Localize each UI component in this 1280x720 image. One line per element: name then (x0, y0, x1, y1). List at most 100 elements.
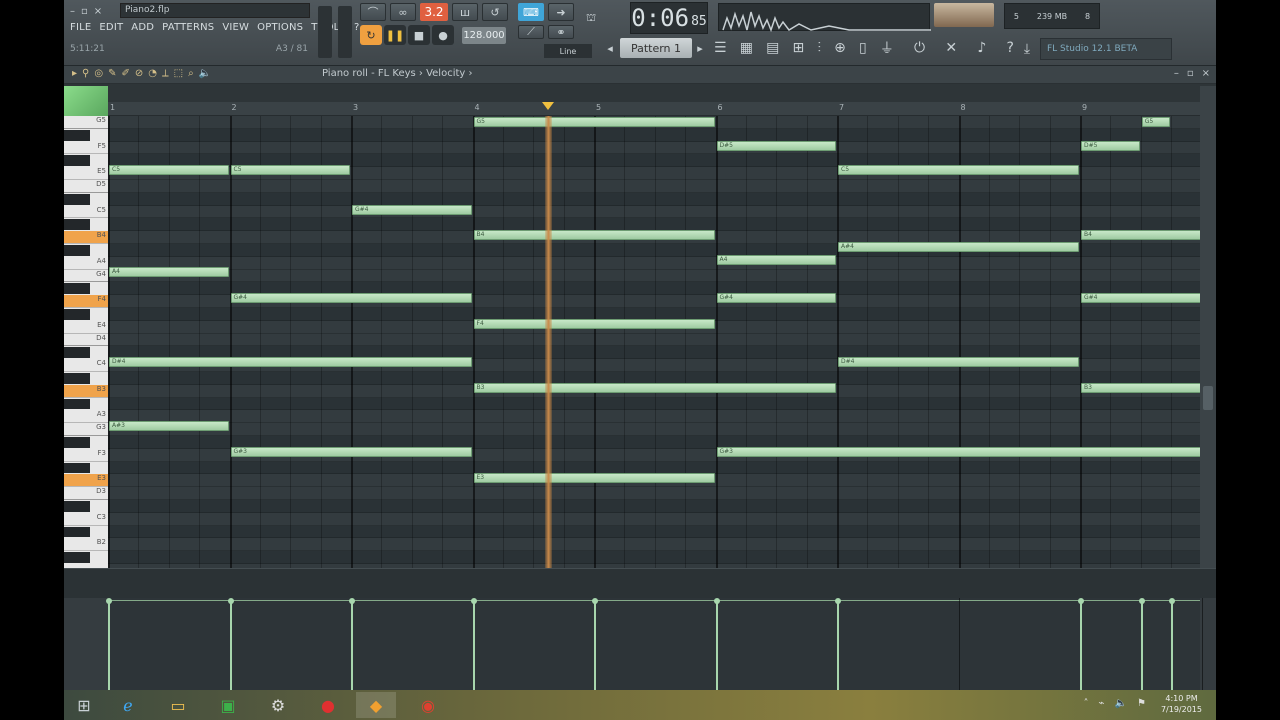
note[interactable]: C5 (109, 165, 229, 175)
note[interactable]: B3 (473, 383, 836, 393)
note[interactable]: C5 (230, 165, 350, 175)
note[interactable]: B4 (1081, 230, 1200, 240)
white-key[interactable]: G3 (64, 423, 108, 436)
velocity-stem[interactable] (351, 602, 353, 690)
select-icon[interactable]: ⬚ (174, 68, 183, 79)
prev-pattern-icon[interactable]: ◂ (604, 38, 616, 58)
mute-icon[interactable]: ◔ (148, 68, 157, 79)
download-icon[interactable]: ⤓ (1018, 38, 1036, 60)
velocity-handle[interactable] (592, 598, 598, 604)
piano-keyboard[interactable]: G5 F5 E5 D5 C5 B4 A4 G4 F4 E4 D4 C4 B3 A3 G3 F3 E3 D3 C3 B2 (64, 116, 108, 568)
black-key[interactable] (64, 309, 90, 320)
loop-icon[interactable]: ↻ (360, 25, 382, 45)
excel-icon[interactable]: ▣ (208, 692, 248, 718)
zoom-icon[interactable]: ⌕ (188, 68, 194, 79)
velocity-stem[interactable] (108, 602, 110, 690)
network-icon[interactable]: ⌁ (1099, 698, 1105, 709)
black-key[interactable] (64, 347, 90, 359)
black-key[interactable] (64, 552, 90, 563)
piano-roll-corner[interactable] (64, 86, 108, 116)
white-key[interactable]: F4 (64, 295, 108, 308)
taskbar-clock[interactable]: 4:10 PM 7/19/2015 (1161, 693, 1202, 715)
speaker-icon[interactable]: 🔈 (199, 68, 211, 79)
black-key[interactable] (64, 129, 90, 141)
flag-icon[interactable]: ⚑ (1137, 698, 1146, 709)
window-controls[interactable]: – ▫ × (70, 4, 118, 18)
explorer-icon[interactable]: ▭ (158, 692, 198, 718)
blend-notes-icon[interactable]: ⟋ (518, 25, 544, 39)
note-grid[interactable]: C5 C5 G#4 G5 D#5 C5 D#5 G5 B4 B4 A#4 A4 A4 G#4 G#4 G#4 F… (108, 116, 1200, 568)
menu-arrow-icon[interactable]: ▸ (72, 68, 77, 79)
fl-icon[interactable]: ◆ (356, 692, 396, 718)
note[interactable]: G5 (473, 117, 715, 127)
velocity-stem[interactable] (594, 602, 596, 690)
white-key[interactable]: F3 (64, 449, 108, 462)
slice-icon[interactable]: ⟂ (162, 68, 169, 79)
velocity-stem[interactable] (1080, 602, 1082, 690)
pencil-icon[interactable]: ✎ (108, 68, 116, 79)
menu-edit[interactable]: EDIT (99, 22, 123, 33)
black-key[interactable] (64, 398, 90, 410)
minimize-icon[interactable]: – (1174, 68, 1179, 79)
scroll-thumb[interactable] (1203, 386, 1213, 410)
plugin-picker-icon[interactable]: ⊕ (834, 40, 846, 56)
white-key[interactable]: E5 (64, 167, 108, 180)
snap-select[interactable]: Line (544, 44, 592, 58)
velocity-stem[interactable] (715, 602, 718, 690)
browser-icon[interactable]: ⊞ (793, 40, 805, 56)
stamp-icon[interactable]: ◎ (94, 68, 103, 79)
velocity-handle[interactable] (106, 598, 112, 604)
close-icon[interactable]: × (1202, 68, 1210, 79)
timeline-ruler[interactable]: 1 2 3 4 5 6 7 8 9 (108, 102, 1200, 116)
tempo-display[interactable]: 128.000 (462, 27, 506, 44)
velocity-stem[interactable] (229, 602, 232, 690)
white-key[interactable]: G5 (64, 116, 108, 129)
close-icon[interactable]: × (94, 6, 102, 17)
black-key[interactable] (64, 526, 90, 538)
black-key[interactable] (64, 219, 90, 231)
velocity-handle[interactable] (349, 598, 355, 604)
velocity-handle[interactable] (1078, 598, 1084, 604)
note[interactable]: G#4 (716, 293, 836, 303)
velocity-handle[interactable] (1169, 598, 1176, 604)
chrome-icon[interactable]: ◉ (408, 692, 448, 718)
note[interactable]: G#3 (230, 447, 472, 457)
velocity-stem[interactable] (837, 602, 839, 690)
white-key[interactable]: F5 (64, 142, 108, 155)
black-key[interactable] (64, 462, 90, 474)
playlist-icon[interactable]: ☰ (714, 40, 727, 56)
black-key[interactable] (64, 283, 90, 295)
restore-icon[interactable]: ▫ (1187, 68, 1194, 79)
help-icon[interactable]: ? (1007, 40, 1014, 56)
white-key[interactable]: C4 (64, 359, 108, 372)
note[interactable]: A#4 (838, 242, 1079, 252)
note[interactable]: G5 (1141, 117, 1171, 127)
pause-icon[interactable]: ❚❚ (384, 25, 406, 45)
note[interactable]: A4 (109, 267, 229, 277)
note[interactable]: D#4 (109, 357, 472, 367)
delete-icon[interactable]: ⊘ (135, 68, 143, 79)
magnet-icon[interactable]: ⚲ (82, 68, 89, 79)
note[interactable]: G#4 (352, 205, 472, 215)
note[interactable]: B3 (1081, 383, 1200, 393)
note[interactable]: C5 (838, 165, 1079, 175)
note[interactable]: F4 (473, 319, 715, 329)
brush-icon[interactable]: ✐ (121, 68, 129, 79)
note[interactable]: E3 (473, 473, 715, 483)
pat-song-indicator[interactable]: 3.2 (420, 3, 448, 21)
menu-options[interactable]: OPTIONS (257, 22, 303, 33)
velocity-handle[interactable] (1138, 598, 1145, 604)
metronome-stand-icon[interactable]: ⛫ (580, 3, 602, 33)
black-key[interactable] (64, 373, 90, 384)
white-key[interactable]: D4 (64, 334, 108, 347)
record-icon[interactable]: ● (432, 25, 454, 45)
black-key[interactable] (64, 193, 90, 205)
stop-icon[interactable]: ■ (408, 25, 430, 45)
vertical-scrollbar[interactable] (1200, 86, 1216, 568)
white-key[interactable]: D3 (64, 487, 108, 500)
note[interactable]: D#5 (716, 141, 836, 151)
note[interactable]: G#4 (230, 293, 472, 303)
menu-file[interactable]: FILE (70, 22, 91, 33)
white-key[interactable]: B2 (64, 538, 108, 552)
song-position-display[interactable]: 0:06 85 (630, 2, 708, 34)
